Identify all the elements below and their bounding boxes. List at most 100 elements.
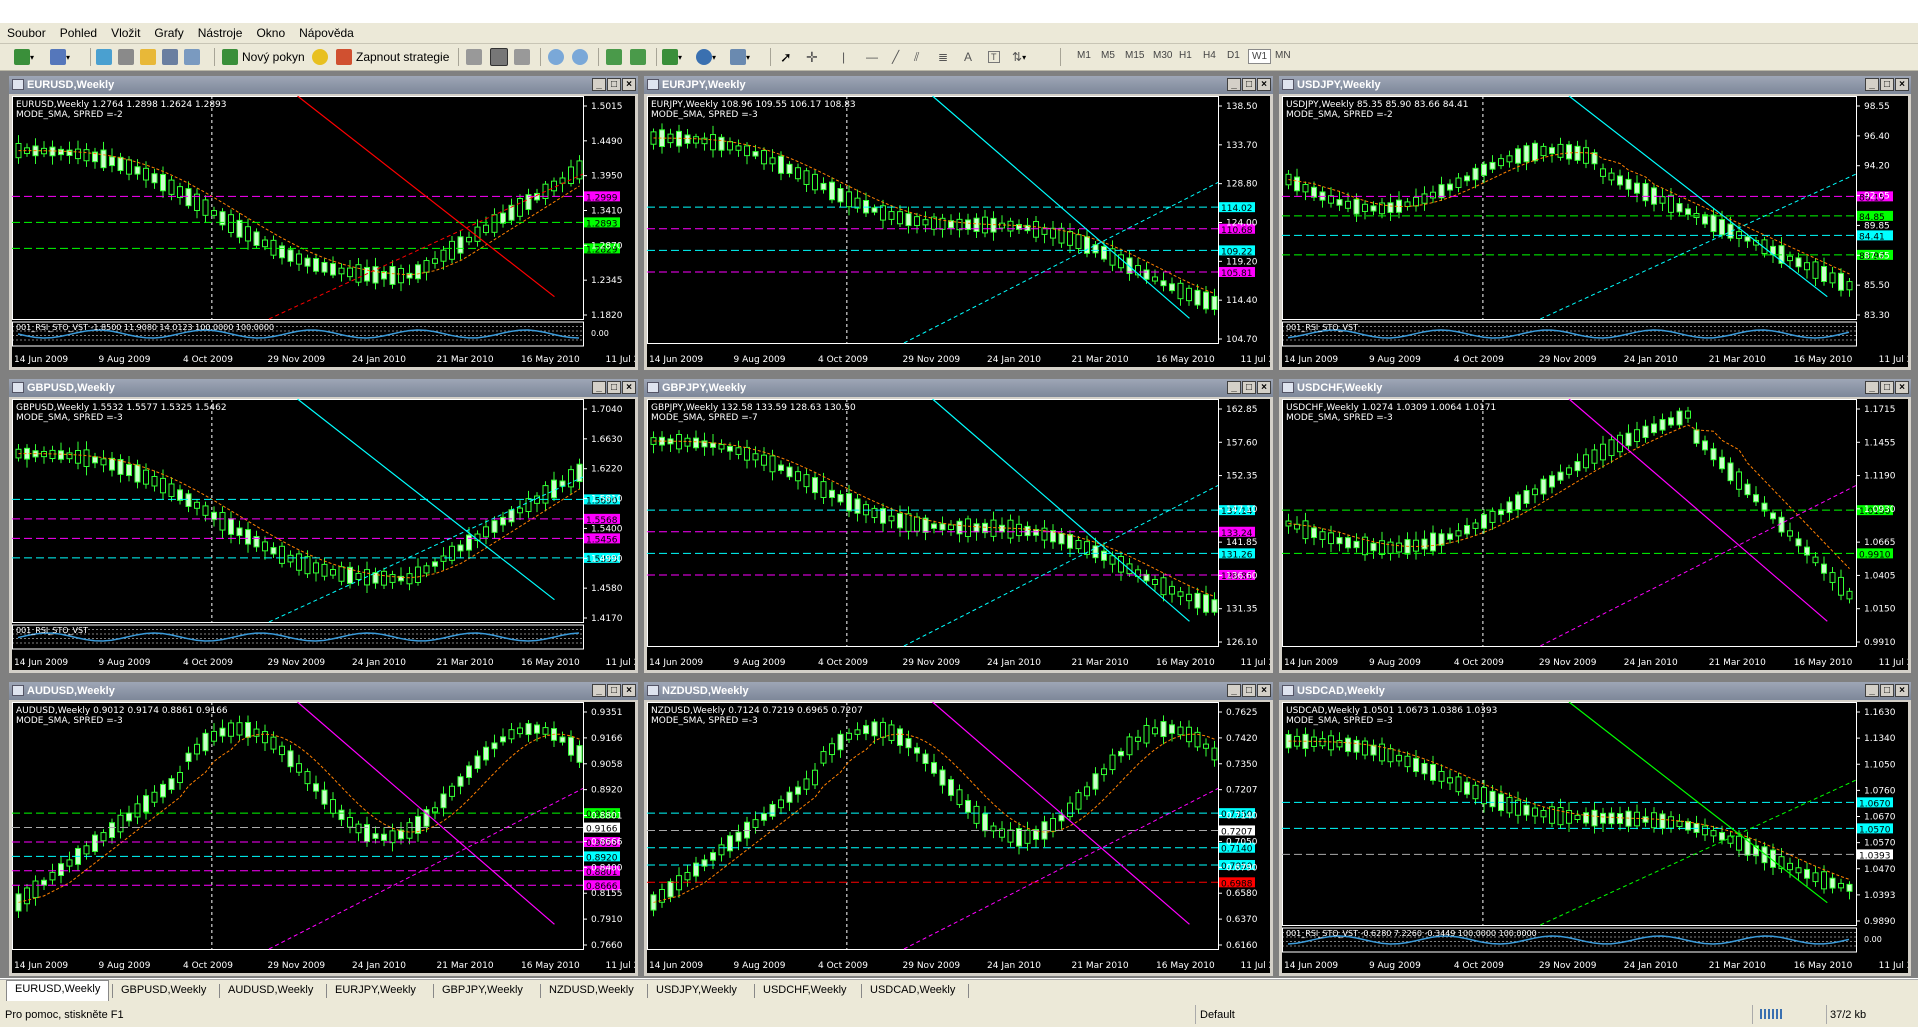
chart-tab[interactable]: USDCAD,Weekly <box>862 982 963 1000</box>
zoom-out-button[interactable] <box>572 47 588 67</box>
menu-6[interactable]: Nápověda <box>292 23 361 40</box>
price-chart[interactable]: 1.0670 1.0570 1.0393 1.1630 1.1340 1.1050 1.07… <box>1282 702 1908 973</box>
timeframe-w1[interactable]: W1 <box>1248 49 1271 64</box>
new-chart-button[interactable]: ▾ <box>14 47 34 67</box>
minimize-icon[interactable]: _ <box>592 78 606 91</box>
maximize-icon[interactable]: □ <box>1242 684 1256 697</box>
price-chart[interactable]: 0.7350 0.7207 0.7140 0.7050 0.6988 0.7625 0.74… <box>647 702 1270 973</box>
chart-window-titlebar[interactable]: EURUSD,Weekly _ □ × <box>9 76 638 94</box>
minimize-icon[interactable]: _ <box>1227 684 1241 697</box>
chart-window[interactable]: AUDUSD,Weekly _ □ × 0.9351 0.9166 0.9058 0.8920… <box>8 681 639 977</box>
maximize-icon[interactable]: □ <box>1242 381 1256 394</box>
line-chart-button[interactable] <box>514 47 530 67</box>
price-chart[interactable]: 1.2999 1.2893 1.2829 1.5015 1.4490 1.3950 1.34… <box>12 96 635 367</box>
chart-window-titlebar[interactable]: USDCAD,Weekly _ □ × <box>1279 682 1911 700</box>
timeframe-m5[interactable]: M5 <box>1098 49 1118 62</box>
chart-window[interactable]: USDJPY,Weekly _ □ × 86.15 84.85 84.41 83.97 98.5… <box>1278 75 1912 371</box>
minimize-icon[interactable]: _ <box>1227 381 1241 394</box>
maximize-icon[interactable]: □ <box>607 78 621 91</box>
close-icon[interactable]: × <box>1257 381 1271 394</box>
candlestick-button[interactable] <box>490 47 508 67</box>
chart-tab[interactable]: GBPJPY,Weekly <box>434 982 531 1000</box>
chart-window-titlebar[interactable]: GBPUSD,Weekly _ □ × <box>9 379 638 397</box>
close-icon[interactable]: × <box>622 684 636 697</box>
chart-window[interactable]: GBPJPY,Weekly _ □ × 137.14 133.24 131.26 128.81… <box>643 378 1274 674</box>
timeframe-h4[interactable]: H4 <box>1200 49 1219 62</box>
chart-window-titlebar[interactable]: USDJPY,Weekly _ □ × <box>1279 76 1911 94</box>
close-icon[interactable]: × <box>622 78 636 91</box>
price-chart[interactable]: 0.9351 0.9166 0.9058 0.8920 0.8801 0.8666 0.93… <box>12 702 635 973</box>
chart-tab[interactable]: GBPUSD,Weekly <box>113 982 214 1000</box>
chart-window-titlebar[interactable]: NZDUSD,Weekly _ □ × <box>644 682 1273 700</box>
chart-window-titlebar[interactable]: USDCHF,Weekly _ □ × <box>1279 379 1911 397</box>
menu-3[interactable]: Grafy <box>147 23 190 40</box>
chart-tab[interactable]: USDCHF,Weekly <box>755 982 855 1000</box>
chart-window-titlebar[interactable]: AUDUSD,Weekly _ □ × <box>9 682 638 700</box>
menu-0[interactable]: Soubor <box>0 23 53 40</box>
bar-chart-button[interactable] <box>466 47 482 67</box>
chart-window-titlebar[interactable]: EURJPY,Weekly _ □ × <box>644 76 1273 94</box>
chart-tab[interactable]: EURJPY,Weekly <box>327 982 424 1000</box>
warning-button[interactable] <box>312 47 328 67</box>
chart-window[interactable]: GBPUSD,Weekly _ □ × 1.5690 1.5568 1.5456 1.5333… <box>8 378 639 674</box>
indicators-button[interactable]: ▾ <box>662 47 682 67</box>
menu-5[interactable]: Okno <box>249 23 292 40</box>
price-chart[interactable]: 1.5690 1.5568 1.5456 1.5333 1.7040 1.6630 1.62… <box>12 399 635 670</box>
minimize-icon[interactable]: _ <box>1865 684 1879 697</box>
minimize-icon[interactable]: _ <box>592 684 606 697</box>
chart-tab[interactable]: USDJPY,Weekly <box>648 982 745 1000</box>
navigator-button[interactable] <box>118 47 134 67</box>
timeframe-m30[interactable]: M30 <box>1150 49 1175 62</box>
horizontal-line-button[interactable]: — <box>866 47 878 67</box>
close-icon[interactable]: × <box>1257 684 1271 697</box>
cursor-button[interactable]: ➚ <box>780 47 792 67</box>
favorites-button[interactable] <box>140 47 156 67</box>
text-button[interactable]: A <box>964 47 972 67</box>
maximize-icon[interactable]: □ <box>1880 684 1894 697</box>
chart-window[interactable]: EURJPY,Weekly _ □ × 114.02 110.68 109.22 105.81… <box>643 75 1274 371</box>
close-icon[interactable]: × <box>622 381 636 394</box>
minimize-icon[interactable]: _ <box>1865 78 1879 91</box>
chart-shift-button[interactable] <box>630 47 646 67</box>
trendline-button[interactable]: ╱ <box>892 47 899 67</box>
menu-4[interactable]: Nástroje <box>191 23 250 40</box>
price-chart[interactable]: 137.14 133.24 131.26 128.81 162.85 157.60 152.… <box>647 399 1270 670</box>
maximize-icon[interactable]: □ <box>1880 381 1894 394</box>
crosshair-button[interactable]: ✛ <box>806 47 818 67</box>
timeframe-mn[interactable]: MN <box>1272 49 1294 62</box>
timeframe-h1[interactable]: H1 <box>1176 49 1195 62</box>
maximize-icon[interactable]: □ <box>1242 78 1256 91</box>
expert-advisors-button[interactable]: Zapnout strategie <box>336 47 449 67</box>
chart-window[interactable]: USDCAD,Weekly _ □ × 1.0670 1.0570 1.0393 1.1630… <box>1278 681 1912 977</box>
price-chart[interactable]: 86.15 84.85 84.41 83.97 98.55 96.40 94.20 92.05… <box>1282 96 1908 367</box>
terminal-button[interactable] <box>162 47 178 67</box>
chart-window[interactable]: USDCHF,Weekly _ □ × 1.0150 0.9910 1.1715 1.1455… <box>1278 378 1912 674</box>
fibonacci-button[interactable]: ≣ <box>938 47 948 67</box>
close-icon[interactable]: × <box>1895 381 1909 394</box>
zoom-in-button[interactable] <box>548 47 564 67</box>
minimize-icon[interactable]: _ <box>1227 78 1241 91</box>
close-icon[interactable]: × <box>1895 684 1909 697</box>
chart-window[interactable]: EURUSD,Weekly _ □ × 1.2999 1.2893 1.2829 1.5015… <box>8 75 639 371</box>
templates-button[interactable]: ▾ <box>730 47 750 67</box>
chart-tab[interactable]: AUDUSD,Weekly <box>220 982 321 1000</box>
market-watch-button[interactable] <box>96 47 112 67</box>
tester-button[interactable] <box>184 47 200 67</box>
close-icon[interactable]: × <box>1257 78 1271 91</box>
chart-window[interactable]: NZDUSD,Weekly _ □ × 0.7350 0.7207 0.7140 0.7050… <box>643 681 1274 977</box>
price-chart[interactable]: 114.02 110.68 109.22 105.81 138.50 133.70 128.… <box>647 96 1270 367</box>
timeframe-d1[interactable]: D1 <box>1224 49 1243 62</box>
channel-button[interactable]: ⫽ <box>914 47 919 67</box>
new-order-button[interactable]: Nový pokyn <box>222 47 305 67</box>
chart-tab[interactable]: EURUSD,Weekly <box>6 980 110 1001</box>
vertical-line-button[interactable]: | <box>842 47 845 67</box>
minimize-icon[interactable]: _ <box>592 381 606 394</box>
menu-2[interactable]: Vložit <box>104 23 147 40</box>
autoscroll-button[interactable] <box>606 47 622 67</box>
close-icon[interactable]: × <box>1895 78 1909 91</box>
timeframe-m1[interactable]: M1 <box>1074 49 1094 62</box>
chart-tab[interactable]: NZDUSD,Weekly <box>541 982 642 1000</box>
timeframe-m15[interactable]: M15 <box>1122 49 1147 62</box>
maximize-icon[interactable]: □ <box>607 684 621 697</box>
periods-button[interactable]: ▾ <box>696 47 716 67</box>
